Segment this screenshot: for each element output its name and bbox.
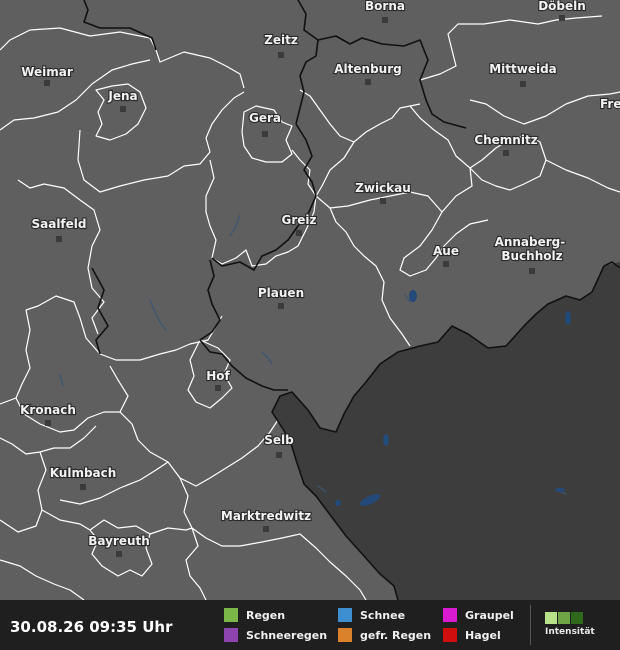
radar-map[interactable]: Borna Döbeln Zeitz Weimar Altenburg Mitt…	[0, 0, 620, 600]
legend-label: gefr. Regen	[360, 628, 432, 642]
intensity-scale	[545, 612, 595, 624]
city-dot	[380, 198, 386, 204]
city-label: Jena	[107, 89, 137, 103]
city-dot	[503, 150, 509, 156]
legend-swatch	[338, 628, 352, 642]
city-label: Greiz	[281, 213, 316, 227]
city-dot	[559, 15, 565, 21]
legend-footer: 30.08.26 09:35 Uhr Regen Schneeregen Sch…	[0, 600, 620, 650]
city-label: Aue	[433, 244, 459, 258]
legend-label: Regen	[246, 608, 286, 622]
city-label-line-1: Annaberg-	[495, 235, 566, 249]
lake	[565, 311, 571, 325]
city-freiberg[interactable]: Frei	[599, 96, 620, 112]
lake	[335, 500, 341, 506]
city-label: Hof	[206, 369, 230, 383]
legend-item-gefr-regen: gefr. Regen	[338, 627, 431, 643]
city-dot	[215, 385, 221, 391]
lake	[409, 290, 417, 302]
legend-item-schnee: Schnee	[338, 607, 405, 623]
legend-item-schneeregen: Schneeregen	[224, 627, 327, 643]
legend-item-regen: Regen	[224, 607, 285, 623]
city-label: Borna	[365, 0, 405, 13]
city-dot	[520, 81, 526, 87]
city-label: Plauen	[258, 286, 304, 300]
city-dot	[382, 17, 388, 23]
city-dot	[263, 526, 269, 532]
city-label: Kulmbach	[50, 466, 117, 480]
legend-swatch	[224, 608, 238, 622]
intensity-step-mid	[558, 612, 570, 624]
legend-label: Graupel	[465, 608, 514, 622]
city-dot	[278, 52, 284, 58]
city-dot	[116, 551, 122, 557]
city-label: Annaberg- Buchholz	[495, 235, 570, 263]
intensity-label: Intensität	[545, 627, 595, 637]
city-dot	[262, 131, 268, 137]
city-dot	[45, 420, 51, 426]
city-label: Zwickau	[355, 181, 411, 195]
city-dot	[80, 484, 86, 490]
city-dot	[56, 236, 62, 242]
intensity-legend: Intensität	[545, 612, 595, 637]
legend-item-graupel: Graupel	[443, 607, 514, 623]
city-dot	[443, 261, 449, 267]
city-label-line-2: Buchholz	[501, 249, 562, 263]
city-label: Zeitz	[264, 33, 298, 47]
intensity-step-low	[545, 612, 557, 624]
legend-item-hagel: Hagel	[443, 627, 501, 643]
city-dot	[296, 230, 302, 236]
city-dot	[278, 303, 284, 309]
lake	[555, 488, 565, 492]
city-label: Gera	[249, 111, 281, 125]
city-dot	[120, 106, 126, 112]
city-label: Saalfeld	[31, 217, 86, 231]
legend-swatch	[443, 608, 457, 622]
city-label: Altenburg	[334, 62, 401, 76]
legend-swatch	[443, 628, 457, 642]
legend-divider	[530, 605, 531, 645]
city-label: Döbeln	[538, 0, 586, 13]
legend-label: Hagel	[465, 628, 501, 642]
city-label: Kronach	[20, 403, 76, 417]
city-label: Frei	[600, 97, 620, 111]
city-label: Marktredwitz	[221, 509, 311, 523]
legend-label: Schneeregen	[246, 628, 328, 642]
intensity-step-high	[571, 612, 583, 624]
city-label: Selb	[264, 433, 294, 447]
radar-timestamp: 30.08.26 09:35 Uhr	[10, 618, 173, 636]
city-label: Chemnitz	[474, 133, 537, 147]
legend-label: Schnee	[360, 608, 406, 622]
city-dot	[529, 268, 535, 274]
lake	[383, 434, 389, 446]
weather-radar-app: Borna Döbeln Zeitz Weimar Altenburg Mitt…	[0, 0, 620, 650]
city-dot	[276, 452, 282, 458]
legend-swatch	[224, 628, 238, 642]
city-label: Mittweida	[489, 62, 557, 76]
city-label: Weimar	[21, 65, 73, 79]
city-label: Bayreuth	[88, 534, 150, 548]
legend-swatch	[338, 608, 352, 622]
city-dot	[365, 79, 371, 85]
city-dot	[44, 80, 50, 86]
